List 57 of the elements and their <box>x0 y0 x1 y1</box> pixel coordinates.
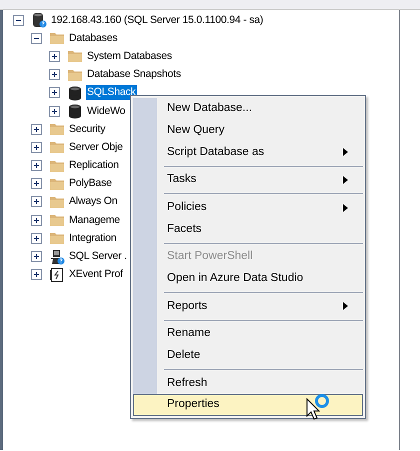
tree-node[interactable]: Replication <box>68 158 120 174</box>
server-icon <box>31 12 47 28</box>
submenu-arrow-icon <box>343 302 348 310</box>
menu-item[interactable]: New Query <box>133 120 363 142</box>
tree-node[interactable]: XEvent Prof <box>68 267 124 282</box>
submenu-arrow-icon <box>343 204 348 212</box>
tree-node[interactable]: System Databases <box>86 48 173 64</box>
menu-item[interactable]: Policies <box>133 196 363 218</box>
expand-icon[interactable] <box>31 124 42 135</box>
database-icon <box>67 103 83 120</box>
menu-item[interactable]: Reports <box>133 296 363 318</box>
folder-icon <box>49 30 65 46</box>
expand-icon[interactable] <box>31 160 42 172</box>
folder-icon <box>49 212 65 228</box>
menu-item[interactable]: New Database... <box>133 98 363 120</box>
tree-node[interactable]: Database Snapshots <box>86 67 182 82</box>
collapse-icon[interactable] <box>31 32 42 44</box>
database-icon <box>67 84 83 101</box>
tree-node[interactable]: WideWo <box>86 104 126 119</box>
collapse-icon[interactable] <box>13 14 24 26</box>
folder-icon <box>49 121 65 138</box>
menu-item[interactable]: Refresh <box>133 372 363 394</box>
submenu-arrow-icon <box>343 176 348 184</box>
menu-item[interactable]: Tasks <box>133 169 363 191</box>
expand-icon[interactable] <box>31 178 42 190</box>
menu-item[interactable]: Facets <box>133 218 363 240</box>
submenu-arrow-icon <box>343 148 348 156</box>
expand-icon[interactable] <box>31 142 42 153</box>
expand-icon[interactable] <box>49 50 60 62</box>
tree-node[interactable]: Databases <box>68 30 118 46</box>
expand-icon[interactable] <box>49 87 60 98</box>
folder-icon <box>49 230 65 246</box>
tree-node[interactable]: SQL Server . <box>68 249 128 264</box>
menu-item[interactable]: Delete <box>133 344 363 367</box>
tree-node[interactable]: PolyBase <box>68 176 113 192</box>
expand-icon[interactable] <box>31 232 42 244</box>
tree-node[interactable]: Manageme <box>68 212 121 228</box>
menu-item[interactable]: Script Database as <box>133 141 363 164</box>
agent-icon <box>49 248 65 265</box>
tree-node[interactable]: Security <box>68 122 106 137</box>
event-profiler-icon <box>49 266 65 283</box>
menu-item[interactable]: Open in Azure Data Studio <box>133 268 363 290</box>
menu-item[interactable]: Rename <box>133 323 363 345</box>
expand-icon[interactable] <box>31 269 42 280</box>
expand-icon[interactable] <box>49 69 60 80</box>
expand-icon[interactable] <box>31 214 42 226</box>
tree-node[interactable]: Server Obje <box>68 140 124 155</box>
expand-icon[interactable] <box>31 196 42 208</box>
expand-icon[interactable] <box>49 106 60 117</box>
tree-node[interactable]: Integration <box>68 230 118 246</box>
expand-icon[interactable] <box>31 251 42 262</box>
tree-node[interactable]: 192.168.43.160 (SQL Server 15.0.1100.94 - sa) <box>50 12 264 28</box>
folder-icon <box>49 139 65 156</box>
menu-item[interactable]: Properties <box>133 394 363 416</box>
tree-node[interactable]: SQLShack <box>86 85 137 100</box>
folder-icon <box>67 48 83 64</box>
tree-node[interactable]: Always On <box>68 194 118 210</box>
